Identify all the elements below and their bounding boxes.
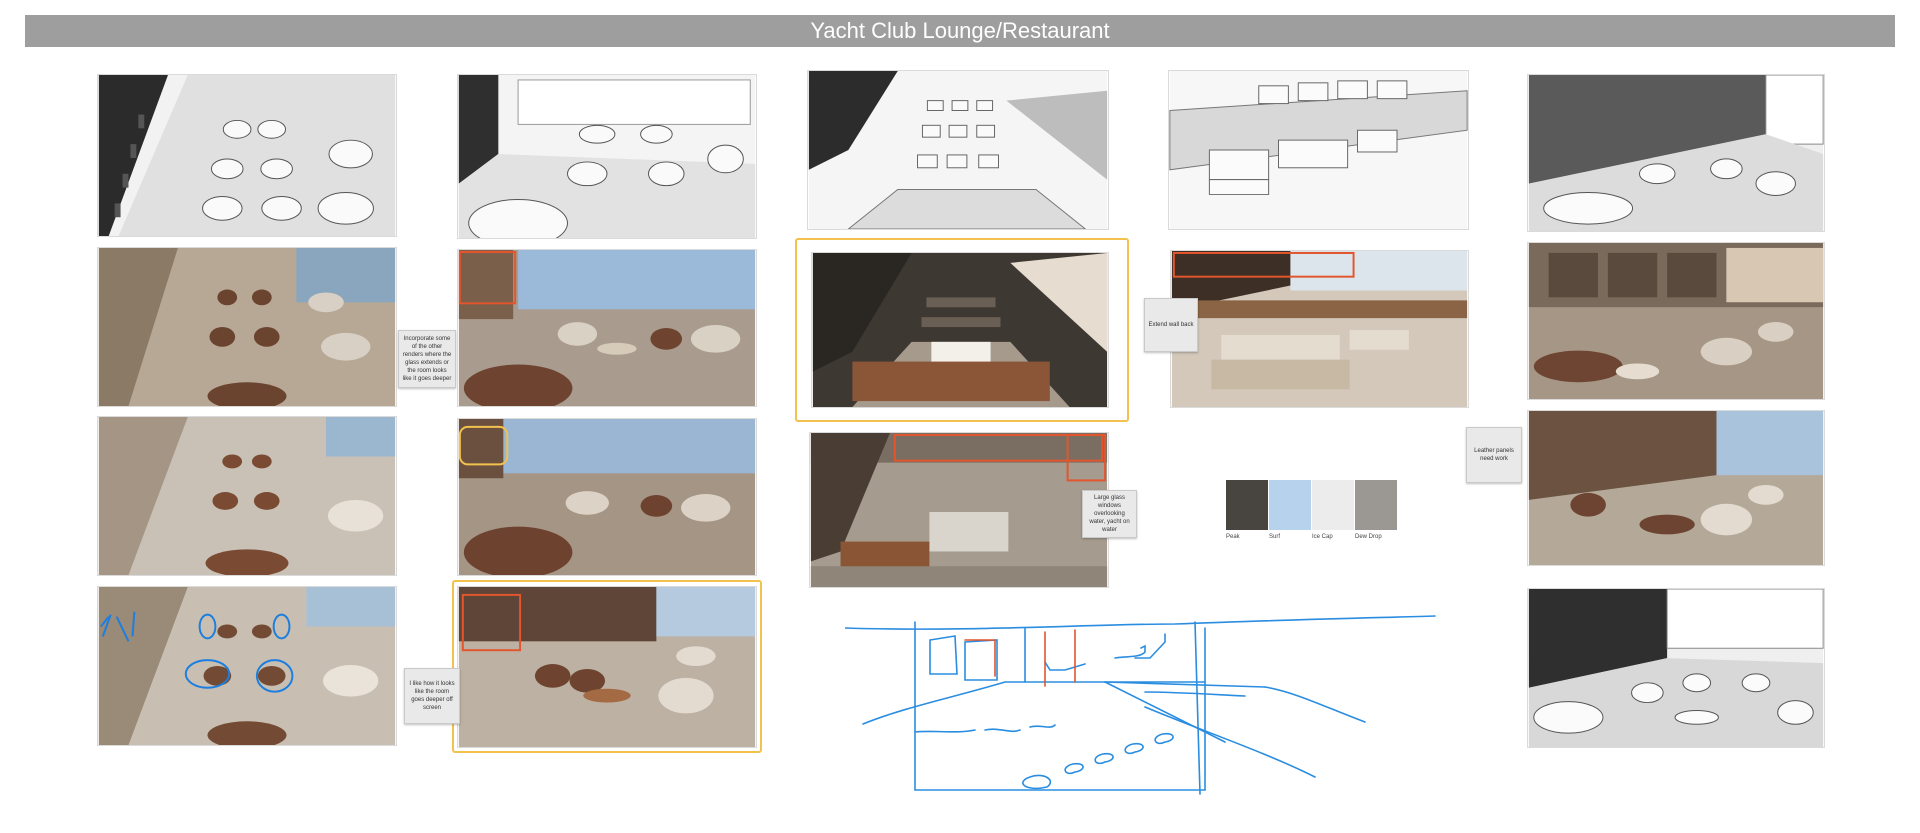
swatch-peak (1226, 480, 1268, 530)
render-photo-col2-row2[interactable] (457, 249, 757, 407)
render-model-col1[interactable] (97, 74, 397, 237)
render-model-col2[interactable] (457, 74, 757, 239)
swatch-dew-drop (1355, 480, 1397, 530)
comment-note-large-glass[interactable]: Large glass windows overlooking water, y… (1082, 490, 1137, 538)
swatch-label-surf: Surf (1269, 534, 1281, 540)
render-photo-col1-markup[interactable] (97, 586, 397, 746)
comment-note-incorporate[interactable]: Incorporate some of the other renders wh… (398, 330, 456, 388)
swatch-label-peak: Peak (1226, 534, 1240, 540)
render-photo-col1-row3[interactable] (97, 416, 397, 576)
render-photo-col3-markup[interactable] (809, 432, 1109, 588)
board-title: Yacht Club Lounge/Restaurant (25, 15, 1895, 47)
hand-sketch-drawing (844, 612, 1445, 802)
render-model-col5-row4[interactable] (1527, 588, 1825, 748)
render-model-col4[interactable] (1168, 70, 1469, 230)
render-model-col5[interactable] (1527, 74, 1825, 232)
swatch-label-ice-cap: Ice Cap (1312, 534, 1333, 540)
comment-note-leather-panels[interactable]: Leather panels need work (1466, 427, 1522, 483)
swatch-label-dew-drop: Dew Drop (1355, 534, 1382, 540)
render-photo-col5-row3[interactable] (1527, 410, 1825, 566)
render-photo-col3-row2[interactable] (811, 252, 1109, 408)
render-model-col3[interactable] (807, 70, 1109, 230)
render-photo-col4-markup[interactable] (1170, 250, 1469, 408)
render-photo-col2-row3[interactable] (457, 418, 757, 576)
render-photo-col5-row2[interactable] (1527, 242, 1825, 400)
swatch-ice-cap (1312, 480, 1354, 530)
render-photo-col2-markup[interactable] (457, 586, 757, 748)
render-photo-col1-row2[interactable] (97, 247, 397, 407)
comment-note-extend-wall[interactable]: Extend wall back (1144, 298, 1198, 352)
swatch-surf (1269, 480, 1311, 530)
comment-note-like-how[interactable]: I like how it looks like the room goes d… (404, 668, 460, 724)
